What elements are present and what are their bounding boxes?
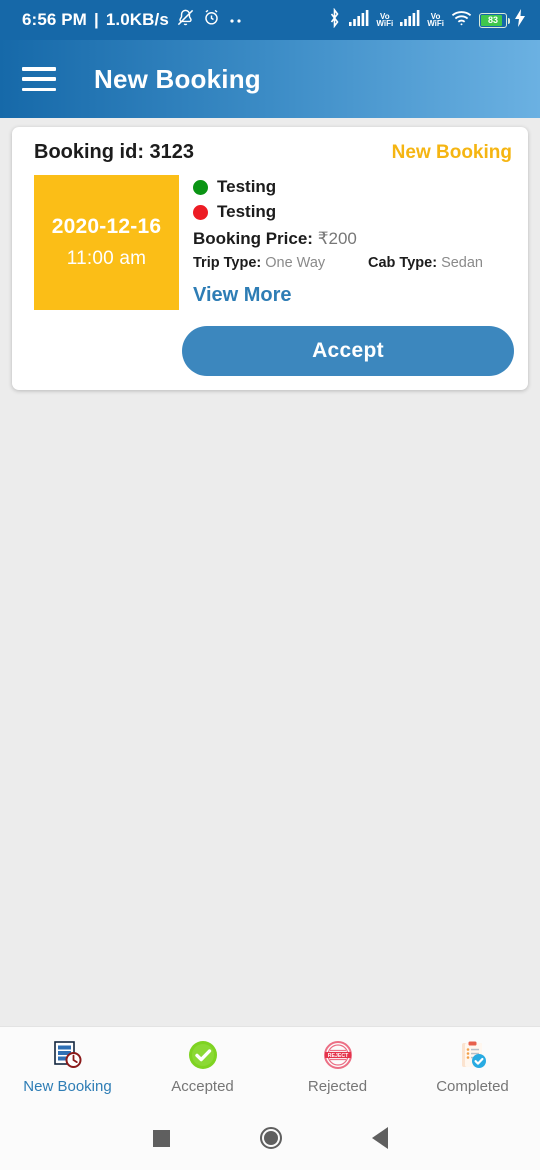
green-check-circle-icon <box>186 1038 220 1072</box>
bottom-navigation-bar: New Booking Accepted REJECT Rejected Com… <box>0 1026 540 1106</box>
booking-card-header: Booking id: 3123 New Booking <box>24 141 514 164</box>
drop-location-row: Testing <box>193 202 514 222</box>
accept-button[interactable]: Accept <box>182 326 514 376</box>
alarm-clock-icon <box>202 8 221 32</box>
status-bar-left: 6:56 PM | 1.0KB/s <box>22 8 244 32</box>
red-rejected-stamp-icon: REJECT <box>321 1038 355 1072</box>
nav-label-accepted: Accepted <box>171 1078 234 1095</box>
signal-bars-icon <box>400 9 420 31</box>
status-network-speed: 1.0KB/s <box>105 10 169 29</box>
cab-type-cell: Cab Type: Sedan <box>368 255 483 271</box>
hamburger-line <box>22 87 56 91</box>
home-circle-icon[interactable] <box>259 1127 282 1149</box>
page-title: New Booking <box>94 63 261 94</box>
cab-type-value: Sedan <box>441 255 483 271</box>
booking-details: Testing Testing Booking Price: ₹200 Trip… <box>193 175 514 310</box>
status-separator: | <box>93 10 99 29</box>
charging-bolt-icon <box>514 8 526 32</box>
booking-price-row: Booking Price: ₹200 <box>193 229 514 249</box>
nav-item-rejected[interactable]: REJECT Rejected <box>270 1027 405 1106</box>
status-bar: 6:56 PM | 1.0KB/s Vo WiFi Vo WiFi 83 <box>0 0 540 40</box>
signal-bars-icon <box>349 9 369 31</box>
more-dots-icon <box>228 10 244 30</box>
main-content: Booking id: 3123 New Booking 2020-12-16 … <box>0 118 540 1026</box>
nav-item-new-booking[interactable]: New Booking <box>0 1027 135 1106</box>
back-triangle-icon[interactable] <box>371 1127 388 1149</box>
bluetooth-icon <box>327 7 342 33</box>
booking-id-label: Booking id: 3123 <box>34 141 195 163</box>
svg-text:REJECT: REJECT <box>327 1053 348 1059</box>
vowifi-icon: Vo WiFi <box>427 11 444 29</box>
wifi-icon <box>451 10 472 31</box>
android-navigation-bar <box>0 1106 540 1170</box>
booking-card-body: 2020-12-16 11:00 am Testing Testing Book… <box>24 175 514 310</box>
trip-type-cell: Trip Type: One Way <box>193 255 368 271</box>
booking-list-clock-icon <box>51 1038 85 1072</box>
nav-label-completed: Completed <box>436 1078 509 1095</box>
vowifi-bottom-label: WiFi <box>427 19 444 28</box>
vowifi-bottom-label: WiFi <box>376 19 394 28</box>
nav-label-rejected: Rejected <box>307 1078 368 1095</box>
app-bar: New Booking <box>0 40 540 118</box>
booking-date: 2020-12-16 <box>51 215 162 238</box>
pickup-location-text: Testing <box>217 177 277 196</box>
trip-cab-type-row: Trip Type: One Way Cab Type: Sedan <box>193 255 514 271</box>
view-more-link[interactable]: View More <box>193 284 514 307</box>
booking-price-label: Booking Price: <box>193 229 313 248</box>
booking-card[interactable]: Booking id: 3123 New Booking 2020-12-16 … <box>12 127 528 390</box>
booking-price-value: ₹200 <box>317 229 357 248</box>
pickup-location-row: Testing <box>193 177 514 197</box>
hamburger-line <box>22 77 56 81</box>
bell-off-icon <box>176 8 195 32</box>
recents-square-icon[interactable] <box>152 1129 170 1147</box>
pickup-dot-icon <box>193 179 208 195</box>
drop-location-text: Testing <box>217 202 277 221</box>
hamburger-menu-icon[interactable] <box>22 67 56 91</box>
drop-dot-icon <box>193 204 208 220</box>
battery-icon: 83 <box>479 12 510 28</box>
battery-percent: 83 <box>487 15 498 25</box>
nav-item-completed[interactable]: Completed <box>405 1027 540 1106</box>
home-inner-dot <box>263 1131 278 1145</box>
trip-type-label: Trip Type: <box>193 255 262 271</box>
nav-item-accepted[interactable]: Accepted <box>135 1027 270 1106</box>
trip-type-value: One Way <box>265 255 326 271</box>
status-bar-right: Vo WiFi Vo WiFi 83 <box>327 7 526 33</box>
clipboard-check-icon <box>456 1038 490 1072</box>
cab-type-label: Cab Type: <box>368 255 438 271</box>
booking-datetime-box: 2020-12-16 11:00 am <box>34 175 179 310</box>
nav-label-new-booking: New Booking <box>23 1078 112 1095</box>
status-time: 6:56 PM <box>22 10 87 29</box>
booking-time: 11:00 am <box>66 248 147 269</box>
status-badge: New Booking <box>391 142 512 163</box>
vowifi-icon: Vo WiFi <box>376 11 393 29</box>
hamburger-line <box>22 67 56 71</box>
